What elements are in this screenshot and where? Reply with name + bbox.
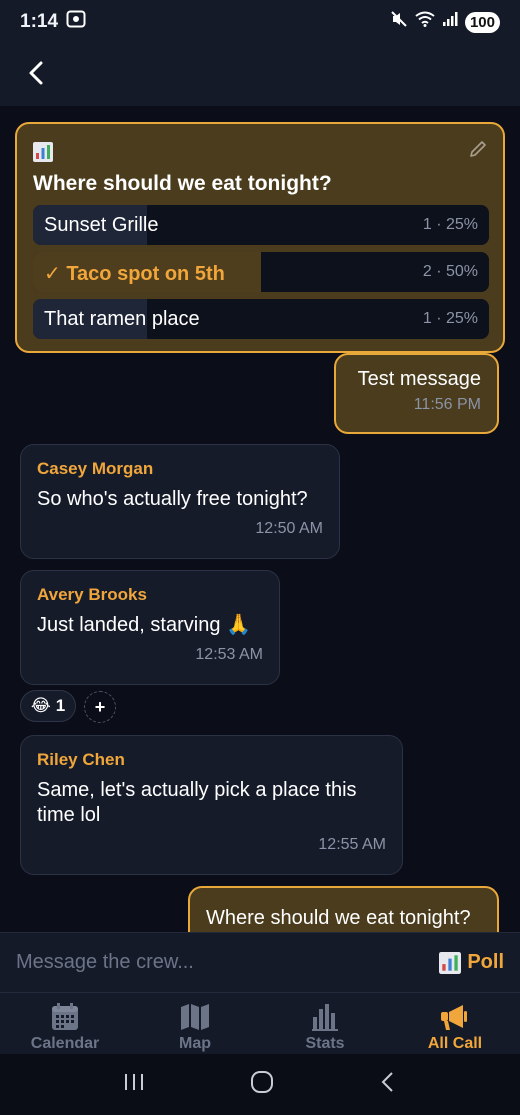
screenshot-icon [66,10,86,34]
chart-icon [439,951,462,974]
nav-label: Calendar [30,1035,100,1052]
reaction-emoji: 😂 [30,696,51,715]
nav-label: Map [179,1035,211,1052]
poll-button-label: Poll [467,951,504,973]
nav-item-calendar[interactable]: Calendar [0,993,130,1055]
battery-indicator: 100 [464,11,500,33]
status-icons: 100 [390,10,500,34]
poll-option-label: ✓ Taco spot on 5th [44,263,225,285]
wifi-icon [415,11,435,33]
message-text: Same, let's actually pick a place this t… [37,779,357,826]
message-sender: Casey Morgan [37,459,154,478]
signal-icon [442,11,458,33]
recent-apps-button[interactable] [123,1072,145,1097]
system-nav-bar [0,1054,520,1115]
composer-bar: Poll [0,932,520,992]
chevron-left-icon [381,1072,394,1092]
calendar-icon [52,1003,78,1030]
chart-icon [33,142,53,167]
message-text: So who's actually free tonight? [37,488,308,510]
message-text: Where should we eat tonight? [206,907,471,929]
nav-item-map[interactable]: Map [130,993,260,1055]
reaction-chip[interactable]: 😂 1 [20,690,76,722]
system-back-button[interactable] [379,1071,397,1098]
stats-icon [312,1004,338,1031]
edit-poll-button[interactable] [469,140,487,163]
bottom-nav: Calendar Map Stats All Call [0,992,520,1054]
poll-question: Where should we eat tonight? [33,172,332,195]
poll-card: Where should we eat tonight? Sunset Gril… [15,122,505,353]
poll-option-stat: 1 · 25% [422,216,478,233]
add-reaction-button[interactable]: + [84,691,116,723]
message-time: 12:53 AM [195,646,263,663]
poll-option-stat: 1 · 25% [422,310,478,327]
message-bubble-outgoing[interactable]: Where should we eat tonight? [188,886,499,932]
reaction-count: 1 [55,696,66,715]
home-button[interactable] [250,1070,274,1099]
message-text: Test message [357,368,481,390]
plus-icon: + [94,696,106,717]
poll-option-taco-spot[interactable]: ✓ Taco spot on 5th 2 · 50% [33,252,489,292]
message-time: 11:56 PM [413,396,481,413]
app-header [0,44,520,106]
message-bubble-incoming[interactable]: Riley Chen Same, let's actually pick a p… [20,735,403,875]
poll-option-stat: 2 · 50% [422,263,478,280]
poll-option-sunset-grille[interactable]: Sunset Grille 1 · 25% [33,205,489,245]
nav-item-all-call[interactable]: All Call [390,993,520,1055]
message-bubble-outgoing[interactable]: Test message 11:56 PM [334,353,499,434]
nav-label: All Call [427,1035,483,1052]
message-time: 12:50 AM [255,520,323,537]
mute-icon [390,10,408,34]
poll-option-ramen-place[interactable]: That ramen place 1 · 25% [33,299,489,339]
message-list[interactable]: Where should we eat tonight? Sunset Gril… [0,106,520,932]
poll-option-label: Sunset Grille [44,214,159,236]
status-bar: 1:14 100 [0,0,520,44]
message-input[interactable] [16,951,440,974]
message-time: 12:55 AM [318,836,386,853]
megaphone-icon [441,1005,467,1030]
nav-item-stats[interactable]: Stats [260,993,390,1055]
message-bubble-incoming[interactable]: Casey Morgan So who's actually free toni… [20,444,340,559]
status-time: 1:14 [20,11,59,32]
back-button[interactable] [24,59,50,92]
home-icon [250,1071,273,1093]
chevron-left-icon [29,61,43,84]
message-sender: Riley Chen [37,750,125,769]
pencil-icon [470,141,486,157]
nav-label: Stats [305,1035,345,1052]
poll-option-label: That ramen place [44,308,200,330]
create-poll-button[interactable]: Poll [439,951,504,974]
message-bubble-incoming[interactable]: Avery Brooks Just landed, starving 🙏 12:… [20,570,280,685]
message-text: Just landed, starving 🙏 [37,614,251,636]
message-sender: Avery Brooks [37,585,147,604]
recent-apps-icon [124,1074,143,1090]
map-icon [181,1004,209,1030]
